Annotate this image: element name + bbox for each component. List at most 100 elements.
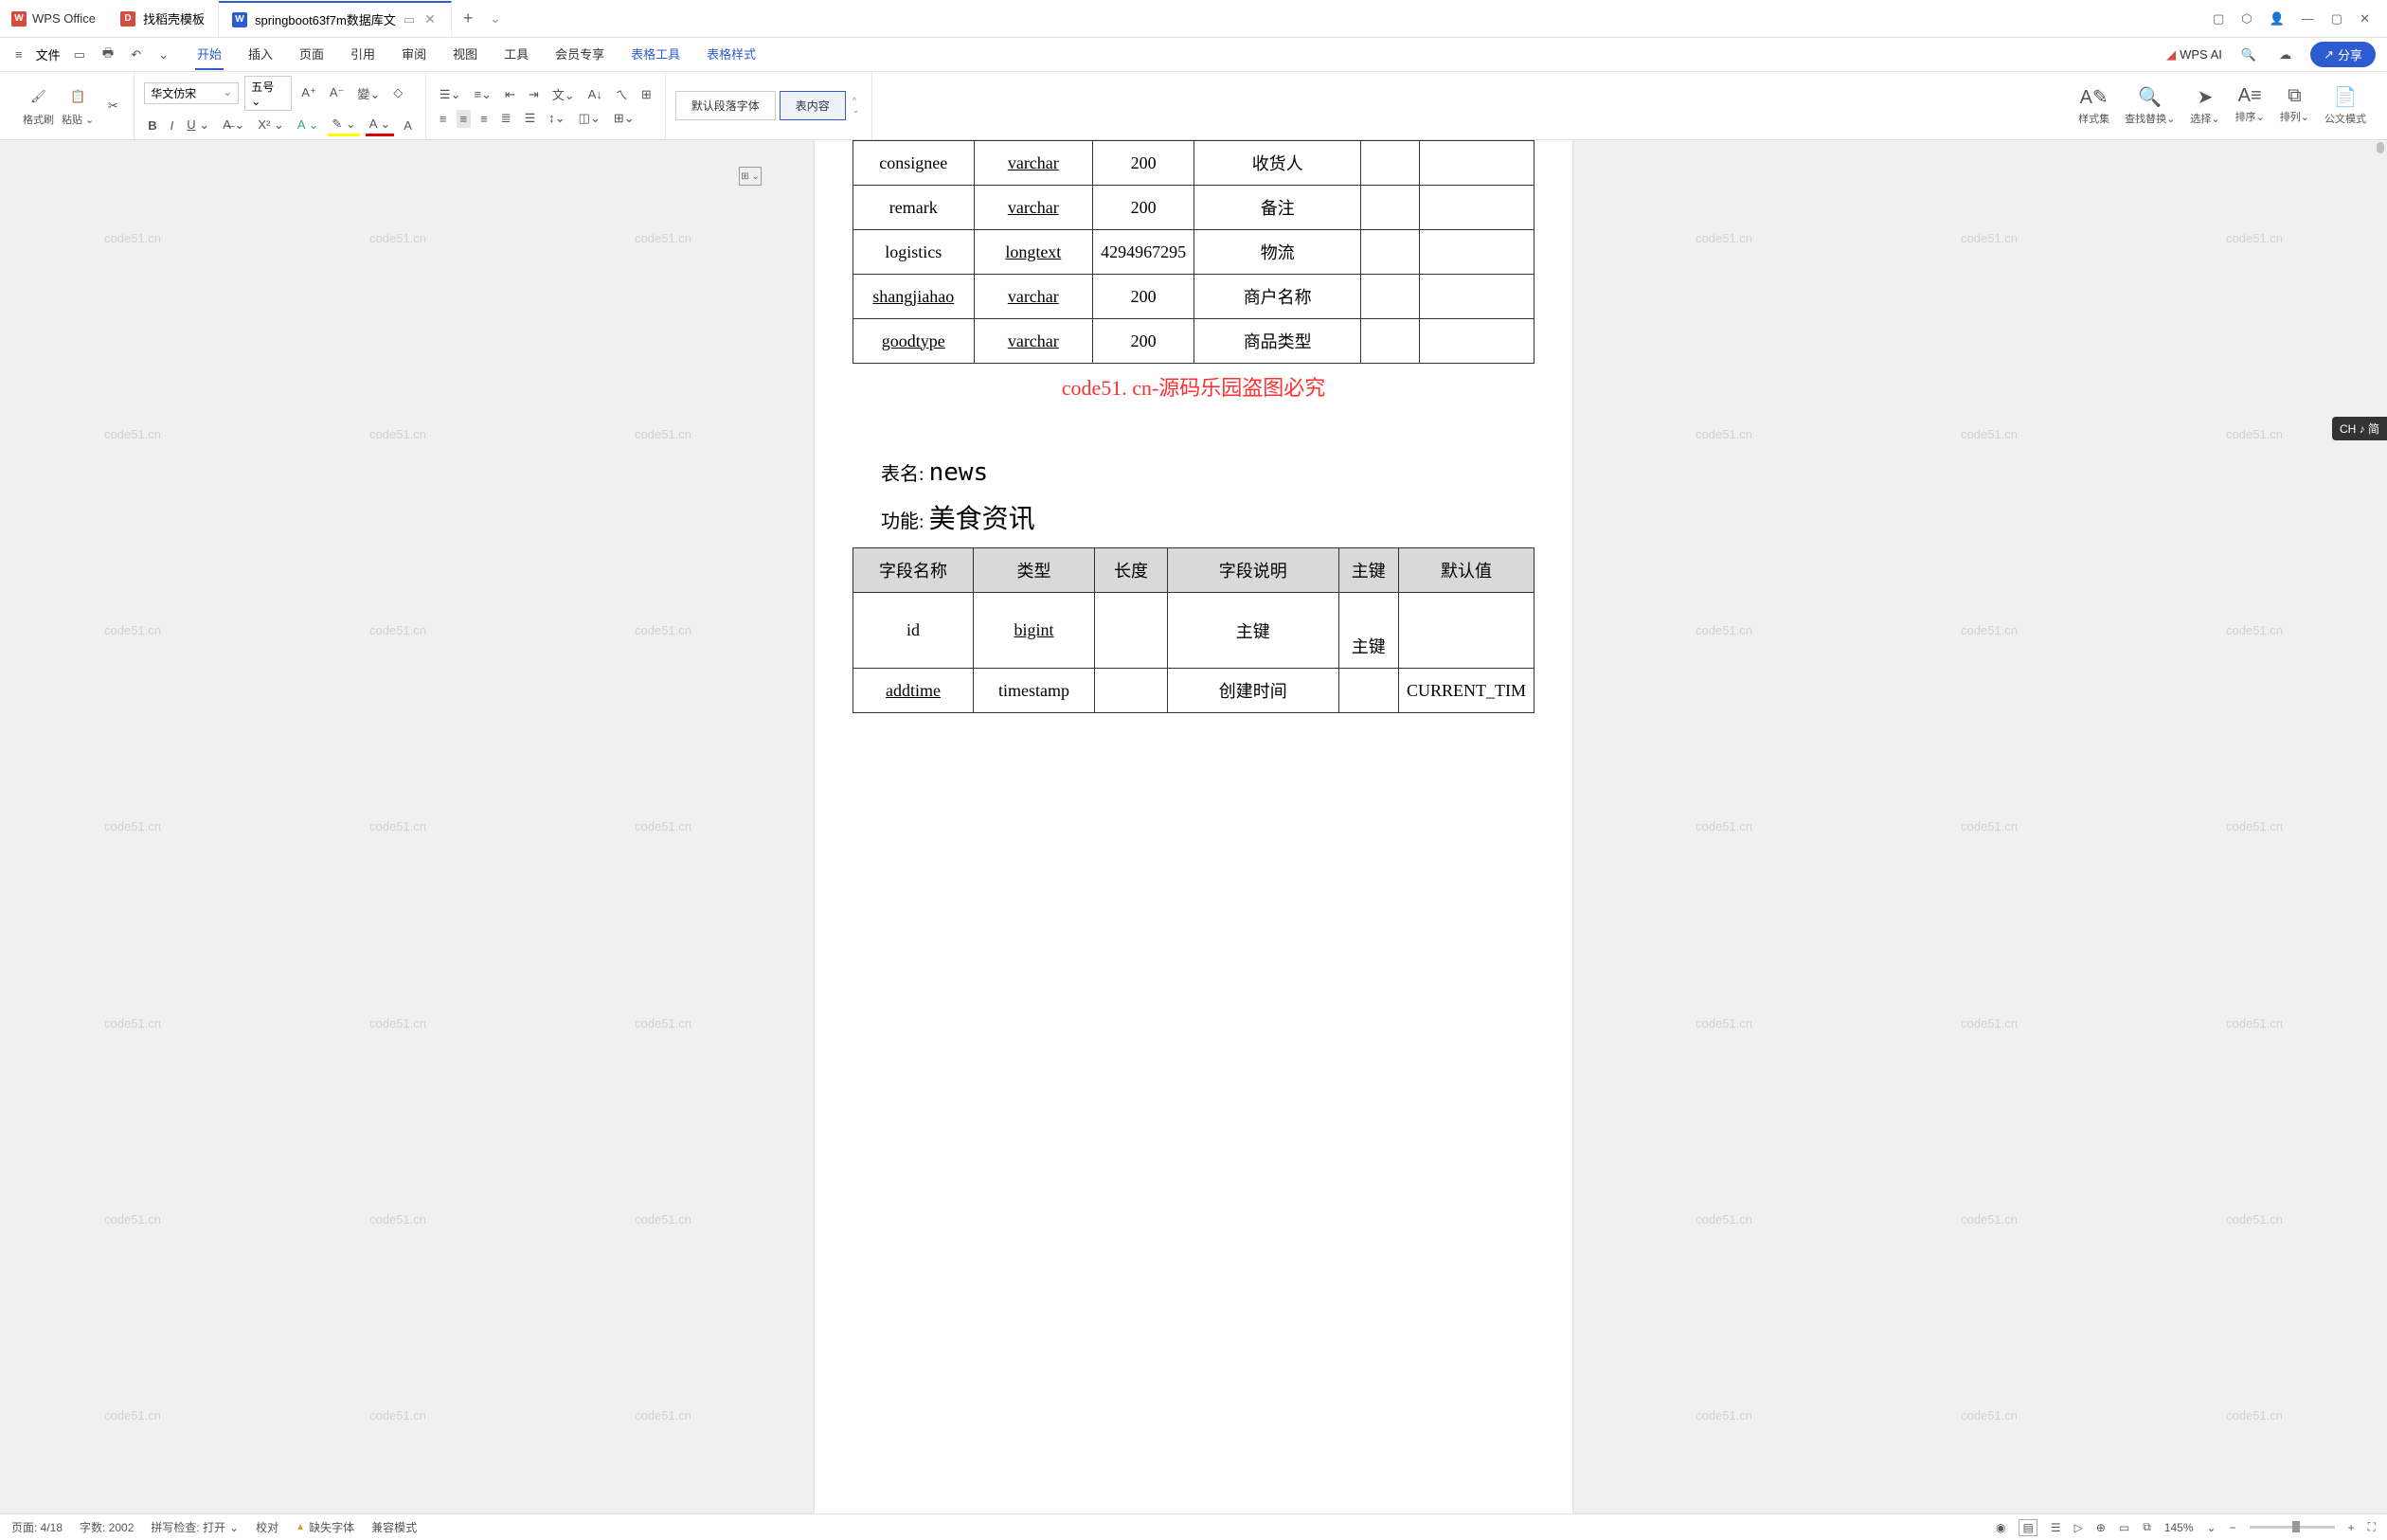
tab-menu-icon[interactable]: ▭ <box>404 12 415 27</box>
text-effect-icon[interactable]: A ⌄ <box>294 116 322 134</box>
indent-dec-icon[interactable]: ⇤ <box>501 85 519 104</box>
align-left-icon[interactable]: ≡ <box>436 110 451 128</box>
zoom-in-icon[interactable]: + <box>2348 1521 2355 1534</box>
strike-button[interactable]: A̶ ⌄ <box>219 116 248 134</box>
vertical-scrollbar[interactable] <box>2374 140 2387 1513</box>
tab-menu-dropdown[interactable]: ⌄ <box>484 11 506 27</box>
fullscreen-icon[interactable]: ⛶ <box>2368 1520 2376 1534</box>
layout-icon[interactable]: ⧉ <box>2143 1520 2151 1534</box>
package-icon[interactable]: ⬡ <box>2241 11 2252 27</box>
align-button[interactable]: ⧉排列⌄ <box>2272 81 2317 130</box>
menu-tab-tools[interactable]: 工具 <box>502 39 530 70</box>
shading-para-icon[interactable]: ◫⌄ <box>575 109 604 128</box>
maximize-icon[interactable]: ▢ <box>2331 11 2342 27</box>
style-arrows-icon[interactable]: ^⌄ <box>850 96 863 116</box>
style-content[interactable]: 表内容 <box>780 91 846 120</box>
font-name-select[interactable]: 华文仿宋 ⌄ <box>144 82 239 104</box>
tab-document[interactable]: W springboot63f7m数据库文 ▭ ✕ <box>219 1 452 37</box>
cut-icon[interactable]: ✂ <box>101 95 124 117</box>
menu-tab-ref[interactable]: 引用 <box>349 39 377 70</box>
eye-icon[interactable]: ◉ <box>1996 1521 2005 1534</box>
style-default[interactable]: 默认段落字体 <box>675 91 776 120</box>
open-icon[interactable]: ▭ <box>70 44 89 66</box>
bold-button[interactable]: B <box>144 116 160 134</box>
zoom-slider[interactable] <box>2250 1526 2335 1529</box>
view-page-icon[interactable]: ▤ <box>2019 1519 2037 1536</box>
align-right-icon[interactable]: ≡ <box>476 110 492 128</box>
paste-label[interactable]: 粘贴 ⌄ <box>62 112 94 127</box>
select-button[interactable]: ➤选择⌄ <box>2182 81 2227 130</box>
document-area[interactable]: code51.cncode51.cncode51.cncode51.cncode… <box>0 140 2387 1513</box>
phonetic-icon[interactable]: 變⌄ <box>353 82 384 104</box>
table-handle-icon[interactable]: ⊞ ⌄ <box>739 167 762 186</box>
tab-templates[interactable]: D 找稻壳模板 <box>107 1 219 37</box>
text-direction-icon[interactable]: 文⌄ <box>548 83 579 105</box>
clear-format-icon[interactable]: ◇ <box>389 83 406 102</box>
align-center-icon[interactable]: ≡ <box>457 110 472 128</box>
shading-icon[interactable]: A <box>400 116 416 134</box>
status-page[interactable]: 页面: 4/18 <box>11 1519 63 1535</box>
app-window-icon[interactable]: ▢ <box>2213 11 2224 27</box>
menu-tab-page[interactable]: 页面 <box>297 39 326 70</box>
numbering-icon[interactable]: ≡⌄ <box>470 85 494 104</box>
globe-icon[interactable]: ⊕ <box>2096 1521 2106 1534</box>
menu-tab-table-style[interactable]: 表格样式 <box>705 39 758 70</box>
menu-tab-start[interactable]: 开始 <box>195 39 224 70</box>
tabs-icon[interactable]: ⊞ <box>637 85 655 104</box>
superscript-button[interactable]: X² ⌄ <box>254 116 288 134</box>
status-compat[interactable]: 兼容模式 <box>371 1519 417 1535</box>
status-words[interactable]: 字数: 2002 <box>80 1519 134 1535</box>
window-icon[interactable]: ▭ <box>2119 1521 2129 1534</box>
redo-icon[interactable]: ⌄ <box>154 44 172 66</box>
menu-tab-table-tools[interactable]: 表格工具 <box>629 39 682 70</box>
menu-tab-view[interactable]: 视图 <box>451 39 479 70</box>
menu-tab-member[interactable]: 会员专享 <box>553 39 606 70</box>
line-spacing-icon[interactable]: ↕⌄ <box>545 109 568 128</box>
zoom-dropdown-icon[interactable]: ⌄ <box>2207 1521 2216 1534</box>
menu-tab-insert[interactable]: 插入 <box>246 39 275 70</box>
sort-button[interactable]: A≡排序⌄ <box>2228 81 2272 130</box>
wps-ai-button[interactable]: ◢WPS AI <box>2166 47 2222 63</box>
bullets-icon[interactable]: ☰⌄ <box>436 85 465 104</box>
status-proof[interactable]: 校对 <box>256 1519 278 1535</box>
format-brush-icon[interactable]: 🖌 <box>27 85 50 108</box>
close-window-icon[interactable]: ✕ <box>2360 11 2370 27</box>
avatar-icon[interactable]: 👤 <box>2270 11 2285 27</box>
font-color-icon[interactable]: A ⌄ <box>366 115 394 136</box>
minimize-icon[interactable]: — <box>2302 11 2314 26</box>
highlight-icon[interactable]: ✎ ⌄ <box>328 115 359 136</box>
undo-icon[interactable]: ↶ <box>127 44 145 66</box>
distribute-icon[interactable]: ☰ <box>521 109 540 128</box>
search-icon[interactable]: 🔍 <box>2237 44 2260 66</box>
view-outline-icon[interactable]: ☰ <box>2051 1521 2061 1534</box>
official-mode-button[interactable]: 📄公文模式 <box>2317 81 2374 130</box>
style-set-button[interactable]: A✎样式集 <box>2071 81 2117 130</box>
new-tab-button[interactable]: + <box>452 9 485 28</box>
menu-icon[interactable]: ≡ <box>11 44 27 65</box>
italic-button[interactable]: I <box>167 116 178 134</box>
font-shrink-icon[interactable]: A⁻ <box>326 83 349 102</box>
print-icon[interactable]: 🖶 <box>99 41 117 69</box>
zoom-level[interactable]: 145% <box>2164 1521 2194 1534</box>
indent-inc-icon[interactable]: ⇥ <box>525 85 543 104</box>
sort-icon[interactable]: A↓ <box>584 85 606 103</box>
play-icon[interactable]: ▷ <box>2074 1521 2083 1534</box>
file-menu[interactable]: 文件 <box>36 45 61 63</box>
section-icon[interactable]: ㄟ <box>612 83 632 105</box>
justify-icon[interactable]: ≣ <box>497 109 515 128</box>
close-icon[interactable]: ✕ <box>422 9 438 29</box>
status-font-missing[interactable]: ▲ 缺失字体 <box>296 1519 354 1535</box>
borders-icon[interactable]: ⊞⌄ <box>610 109 638 128</box>
zoom-out-icon[interactable]: − <box>2230 1521 2236 1534</box>
underline-button[interactable]: U ⌄ <box>183 116 213 134</box>
ime-badge[interactable]: CH ♪ 简 <box>2332 417 2387 440</box>
font-grow-icon[interactable]: A⁺ <box>297 83 320 102</box>
menu-tab-review[interactable]: 审阅 <box>400 39 428 70</box>
find-replace-button[interactable]: 🔍查找替换⌄ <box>2117 81 2182 130</box>
font-size-select[interactable]: 五号 ⌄ <box>244 76 292 111</box>
paste-icon[interactable]: 📋 <box>66 85 89 108</box>
scrollbar-thumb[interactable] <box>2377 142 2384 153</box>
share-button[interactable]: ↗ 分享 <box>2310 42 2376 67</box>
cloud-sync-icon[interactable]: ☁ <box>2275 44 2295 66</box>
status-spell[interactable]: 拼写检查: 打开 ⌄ <box>151 1519 239 1535</box>
